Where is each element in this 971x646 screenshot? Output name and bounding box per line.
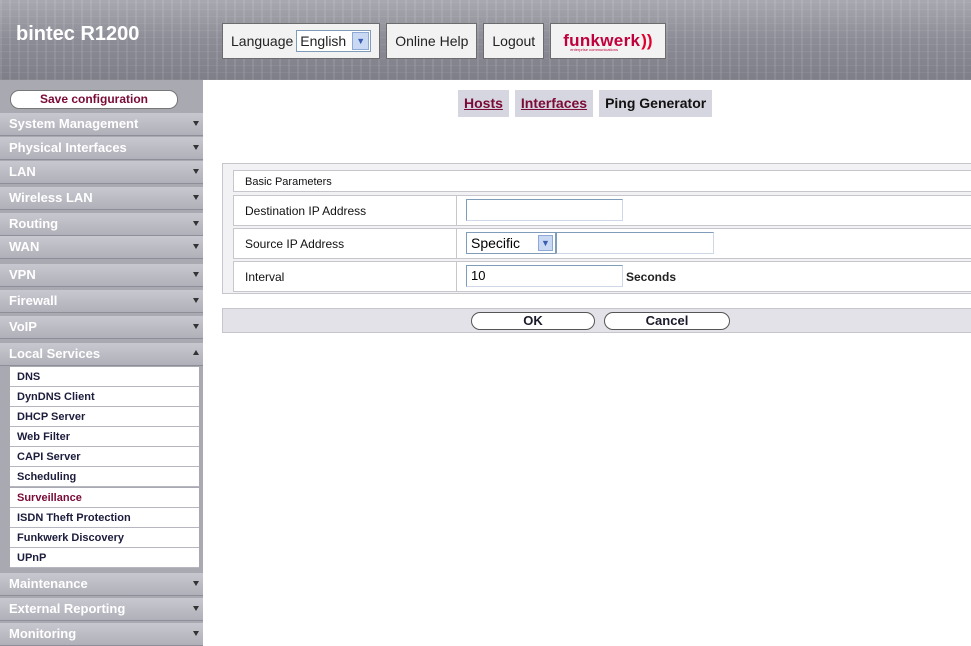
nav-label: Local Services — [9, 346, 101, 361]
ok-button[interactable]: OK — [471, 312, 595, 330]
column-divider — [456, 196, 457, 225]
sidebar: Save configuration System Management Phy… — [0, 80, 203, 646]
nav-routing[interactable]: Routing — [0, 213, 203, 236]
interval-label: Interval — [245, 270, 285, 284]
nav-vpn[interactable]: VPN — [0, 264, 203, 287]
header-bar: bintec R1200 Language English ▼ Online H… — [0, 0, 971, 80]
subnav-dns[interactable]: DNS — [10, 367, 199, 387]
subnav-isdn-theft-protection[interactable]: ISDN Theft Protection — [10, 508, 199, 528]
nav-system-management[interactable]: System Management — [0, 113, 203, 136]
chevron-down-icon — [193, 221, 199, 226]
column-divider — [456, 262, 457, 291]
language-value: English — [300, 33, 347, 49]
column-divider — [456, 229, 457, 258]
chevron-down-icon — [193, 324, 199, 329]
top-toolbar: Language English ▼ Online Help Logout fu… — [222, 23, 666, 59]
language-label: Language — [231, 33, 294, 49]
subnav-dhcp-server[interactable]: DHCP Server — [10, 407, 199, 427]
chevron-up-icon — [193, 350, 199, 355]
interval-unit: Seconds — [626, 270, 677, 284]
nav-physical-interfaces[interactable]: Physical Interfaces — [0, 137, 203, 160]
cancel-button[interactable]: Cancel — [604, 312, 730, 330]
source-ip-mode-value: Specific — [471, 235, 521, 251]
chevron-down-icon: ▼ — [538, 235, 553, 251]
nav-label: VoIP — [9, 319, 37, 334]
chevron-down-icon — [193, 272, 199, 277]
chevron-down-icon — [193, 169, 199, 174]
chevron-down-icon — [193, 298, 199, 303]
nav-maintenance[interactable]: Maintenance — [0, 573, 203, 596]
online-help-link[interactable]: Online Help — [386, 23, 478, 59]
nav-wireless-lan[interactable]: Wireless LAN — [0, 187, 203, 210]
subnav-funkwerk-discovery[interactable]: Funkwerk Discovery — [10, 528, 199, 548]
subnav-dyndns-client[interactable]: DynDNS Client — [10, 387, 199, 407]
logo-subtext: enterprise communications — [570, 47, 619, 52]
nav-label: WAN — [9, 239, 40, 254]
interval-input[interactable]: 10 — [466, 265, 623, 287]
destination-ip-label: Destination IP Address — [245, 204, 367, 218]
nav-label: Maintenance — [9, 576, 88, 591]
source-ip-input[interactable] — [556, 232, 714, 254]
tab-ping-generator[interactable]: Ping Generator — [599, 90, 713, 117]
logo-wave-icon: )) — [641, 31, 653, 50]
nav-label: Physical Interfaces — [9, 140, 127, 155]
nav-local-services[interactable]: Local Services — [0, 343, 203, 366]
nav-label: Routing — [9, 216, 59, 231]
nav-monitoring[interactable]: Monitoring — [0, 623, 203, 646]
destination-ip-row: Destination IP Address — [233, 195, 971, 226]
tab-bar: Hosts Interfaces Ping Generator — [458, 90, 713, 117]
chevron-down-icon — [193, 581, 199, 586]
source-ip-label: Source IP Address — [245, 237, 345, 251]
nav-label: VPN — [9, 267, 36, 282]
tab-hosts[interactable]: Hosts — [458, 90, 509, 117]
chevron-down-icon — [193, 195, 199, 200]
nav-label: System Management — [9, 116, 139, 131]
nav-external-reporting[interactable]: External Reporting — [0, 598, 203, 621]
funkwerk-logo: funkwerk)) enterprise communications — [550, 23, 666, 59]
subnav-upnp[interactable]: UPnP — [10, 548, 199, 568]
chevron-down-icon: ▼ — [352, 32, 370, 50]
language-selector-box: Language English ▼ — [222, 23, 381, 59]
save-configuration-button[interactable]: Save configuration — [10, 90, 178, 109]
chevron-down-icon — [193, 631, 199, 636]
nav-label: Wireless LAN — [9, 190, 93, 205]
interval-row: Interval 10 Seconds — [233, 261, 971, 292]
action-bar: OK Cancel — [222, 308, 971, 333]
nav-lan[interactable]: LAN — [0, 161, 203, 184]
nav-label: LAN — [9, 164, 36, 179]
destination-ip-input[interactable] — [466, 199, 623, 221]
subnav-capi-server[interactable]: CAPI Server — [10, 447, 199, 467]
chevron-down-icon — [193, 244, 199, 249]
source-ip-mode-select[interactable]: Specific ▼ — [466, 232, 556, 254]
language-select[interactable]: English ▼ — [296, 30, 372, 52]
subnav-surveillance[interactable]: Surveillance — [10, 488, 199, 508]
source-ip-row: Source IP Address Specific ▼ — [233, 228, 971, 259]
tab-interfaces[interactable]: Interfaces — [514, 90, 594, 117]
nav-wan[interactable]: WAN — [0, 236, 203, 259]
nav-label: External Reporting — [9, 601, 126, 616]
nav-firewall[interactable]: Firewall — [0, 290, 203, 313]
subnav-scheduling[interactable]: Scheduling — [10, 467, 199, 487]
nav-voip[interactable]: VoIP — [0, 316, 203, 339]
chevron-down-icon — [193, 145, 199, 150]
chevron-down-icon — [193, 121, 199, 126]
logout-link[interactable]: Logout — [483, 23, 545, 59]
product-brand: bintec R1200 — [16, 23, 140, 45]
basic-parameters-panel: Basic Parameters Destination IP Address … — [222, 163, 971, 294]
section-title: Basic Parameters — [233, 170, 971, 192]
subnav-web-filter[interactable]: Web Filter — [10, 427, 199, 447]
nav-label: Firewall — [9, 293, 58, 308]
nav-label: Monitoring — [9, 626, 77, 641]
chevron-down-icon — [193, 606, 199, 611]
